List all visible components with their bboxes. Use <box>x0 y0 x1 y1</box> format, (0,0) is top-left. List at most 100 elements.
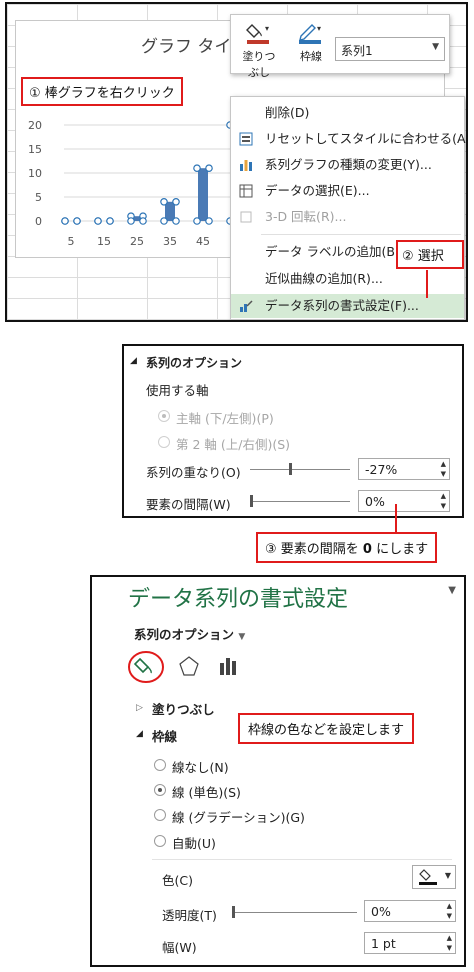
pane-options-arrow-icon[interactable]: ▼ <box>448 585 456 596</box>
overlap-slider-track[interactable] <box>250 469 350 470</box>
outline-label: 枠線 <box>300 50 322 63</box>
step2-pointer <box>426 270 428 298</box>
x-tick-label: 25 <box>130 235 144 248</box>
x-tick-label: 35 <box>163 235 177 248</box>
spin-up-icon[interactable]: ▲ <box>447 902 452 910</box>
expand-triangle-icon[interactable]: ▷ <box>136 703 143 713</box>
y-tick-label: 20 <box>28 119 42 132</box>
fill-section-header[interactable]: 塗りつぶし <box>152 699 215 718</box>
outline-button[interactable]: ▾ 枠線 <box>289 21 333 64</box>
context-menu: 削除(D) リセットしてスタイルに合わせる(A) 系列グラフの種類の変更(Y).… <box>230 96 466 320</box>
primary-axis-radio[interactable] <box>158 410 170 422</box>
x-tick-label: 5 <box>68 235 75 248</box>
paint-bucket-icon <box>133 657 152 674</box>
rotate-3d-icon <box>240 211 252 223</box>
transparency-value: 0% <box>371 904 391 919</box>
menu-item-format-data-series[interactable]: データ系列の書式設定(F)... <box>231 294 464 318</box>
secondary-axis-radio[interactable] <box>158 436 170 448</box>
transparency-slider-track[interactable] <box>232 912 357 913</box>
solid-line-label: 線 (単色)(S) <box>172 785 241 800</box>
menu-item-change-chart-type[interactable]: 系列グラフの種類の変更(Y)... <box>231 153 464 177</box>
border-section-header[interactable]: 枠線 <box>152 726 177 745</box>
x-tick-label: 45 <box>196 235 210 248</box>
gap-width-spinner[interactable]: 0% ▲ ▼ <box>358 490 450 512</box>
series-options-dropdown-label: 系列のオプション <box>134 627 235 642</box>
series-options-panel: ◢ 系列のオプション 使用する軸 主軸 (下/左側)(P) 第 2 軸 (上/右… <box>122 344 464 518</box>
menu-item-change-chart-type-label: 系列グラフの種類の変更(Y)... <box>265 157 432 172</box>
chart-type-icon <box>240 160 252 171</box>
spin-down-icon[interactable]: ▼ <box>441 470 446 478</box>
step3-text: ③ 要素の間隔を <box>265 542 363 557</box>
step1-callout: ① 棒グラフを右クリック <box>21 77 183 106</box>
chevron-down-icon: ▼ <box>444 871 451 880</box>
no-line-radio[interactable] <box>154 759 166 771</box>
chart-title[interactable]: グラフ タイ <box>141 32 231 57</box>
paint-bucket-icon <box>419 869 437 885</box>
collapse-triangle-icon[interactable]: ◢ <box>136 729 143 739</box>
spin-down-icon[interactable]: ▼ <box>447 912 452 920</box>
overlap-value: -27% <box>365 462 398 477</box>
series-options-header[interactable]: 系列のオプション <box>146 354 242 371</box>
selection-handle <box>139 217 147 225</box>
width-label: 幅(W) <box>162 940 197 955</box>
series-options-tab[interactable] <box>218 655 240 677</box>
selection-handle <box>160 217 168 225</box>
menu-item-reset-style-label: リセットしてスタイルに合わせる(A) <box>265 131 468 146</box>
menu-item-reset-style[interactable]: リセットしてスタイルに合わせる(A) <box>231 127 466 151</box>
spin-down-icon[interactable]: ▼ <box>441 502 446 510</box>
selection-handle <box>172 217 180 225</box>
menu-item-add-trendline-label: 近似曲線の追加(R)... <box>265 271 383 286</box>
spin-down-icon[interactable]: ▼ <box>447 944 452 952</box>
selection-handle <box>160 198 168 206</box>
data-bar[interactable] <box>198 168 208 221</box>
step2-callout: ② 選択 <box>396 240 464 269</box>
chevron-down-icon: ▼ <box>238 632 246 642</box>
gap-slider-track[interactable] <box>250 501 350 502</box>
series-select[interactable]: 系列1 ▼ <box>335 37 445 61</box>
x-tick-label: 15 <box>97 235 111 248</box>
transparency-spinner[interactable]: 0% ▲ ▼ <box>364 900 456 922</box>
gap-slider-thumb[interactable] <box>250 495 253 507</box>
mini-toolbar: ▾ 塗りつぶし ▾ 枠線 系列1 ▼ <box>230 14 450 79</box>
fill-button[interactable]: ▾ 塗りつぶし <box>237 21 281 80</box>
fill-label: 塗りつぶし <box>242 50 276 79</box>
data-bar[interactable] <box>165 201 175 221</box>
overlap-slider-thumb[interactable] <box>289 463 292 475</box>
pen-icon: ▾ <box>299 24 321 44</box>
selection-handle <box>94 217 102 225</box>
selection-handle <box>127 217 135 225</box>
paint-bucket-icon: ▾ <box>246 24 269 44</box>
overlap-spinner[interactable]: -27% ▲ ▼ <box>358 458 450 480</box>
width-value: 1 pt <box>371 936 396 951</box>
spin-up-icon[interactable]: ▲ <box>447 934 452 942</box>
note-callout: 枠線の色などを設定します <box>238 713 415 744</box>
solid-line-radio[interactable] <box>154 784 166 796</box>
fill-line-tab[interactable] <box>126 647 166 687</box>
transparency-slider-thumb[interactable] <box>232 906 235 918</box>
overlap-label: 系列の重なり(O) <box>146 465 241 480</box>
collapse-triangle-icon[interactable]: ◢ <box>130 356 137 366</box>
format-data-series-pane: データ系列の書式設定 ▼ 系列のオプション ▼ ▷ 塗りつぶし ◢ 枠線 枠線の… <box>90 575 466 967</box>
automatic-line-radio[interactable] <box>154 835 166 847</box>
selection-handle <box>205 217 213 225</box>
color-picker-button[interactable]: ▼ <box>412 865 456 889</box>
gap-width-label: 要素の間隔(W) <box>146 497 231 512</box>
gradient-line-radio[interactable] <box>154 809 166 821</box>
color-label: 色(C) <box>162 873 193 888</box>
y-tick-label: 0 <box>35 215 42 228</box>
menu-item-select-data[interactable]: データの選択(E)... <box>231 179 464 203</box>
select-data-icon <box>239 184 253 198</box>
effects-tab[interactable] <box>178 655 200 677</box>
menu-item-3d-rotation[interactable]: 3-D 回転(R)... <box>231 205 464 229</box>
no-line-label: 線なし(N) <box>172 760 229 775</box>
menu-item-delete[interactable]: 削除(D) <box>231 101 464 125</box>
menu-item-add-trendline[interactable]: 近似曲線の追加(R)... <box>231 267 464 291</box>
gap-width-value: 0% <box>365 494 385 509</box>
spin-up-icon[interactable]: ▲ <box>441 492 446 500</box>
width-spinner[interactable]: 1 pt ▲ ▼ <box>364 932 456 954</box>
pentagon-icon <box>179 656 199 676</box>
series-options-dropdown[interactable]: 系列のオプション ▼ <box>134 624 245 643</box>
spin-up-icon[interactable]: ▲ <box>441 460 446 468</box>
chevron-down-icon: ▼ <box>432 42 439 52</box>
selection-handle <box>205 164 213 173</box>
